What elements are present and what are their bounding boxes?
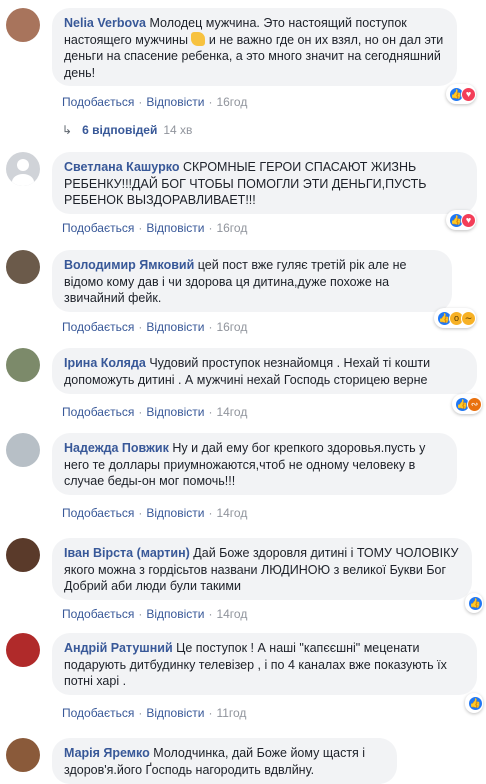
love-reaction-icon: ♥ [461,86,476,102]
comment-time[interactable]: 16год [216,95,247,109]
comment-actions: Подобається · Відповісти · 16год [62,221,248,235]
like-link[interactable]: Подобається [62,706,134,720]
like-reaction-icon: 👍 [468,595,483,611]
like-link[interactable]: Подобається [62,95,134,109]
comment-author[interactable]: Nelia Verbova [64,16,146,30]
comment-bubble: Ірина Коляда Чудовий проступок незнайомц… [52,348,477,394]
view-replies[interactable]: ↳ 6 відповідей 14 хв [62,123,192,137]
avatar[interactable] [6,738,40,772]
like-link[interactable]: Подобається [62,405,134,419]
comment-actions: Подобається · Відповісти · 11год [62,706,247,720]
avatar[interactable] [6,250,40,284]
reactions-summary[interactable]: 👍 ∾ [452,394,482,414]
reply-arrow-icon: ↳ [62,123,73,137]
like-link[interactable]: Подобається [62,221,134,235]
comment-time[interactable]: 11год [216,706,246,720]
avatar[interactable] [6,348,40,382]
like-link[interactable]: Подобається [62,506,134,520]
reply-link[interactable]: Відповісти [146,706,204,720]
avatar[interactable] [6,152,40,186]
comment-author[interactable]: Іван Вірста (мартин) [64,546,190,560]
replies-time: 14 хв [163,123,193,137]
reactions-summary[interactable]: 👍 [465,693,483,713]
reply-link[interactable]: Відповісти [146,320,204,334]
comment-bubble: Іван Вірста (мартин) Дай Боже здоровля д… [52,538,472,600]
avatar[interactable] [6,633,40,667]
comment-bubble: Светлана Кашурко СКРОМНЫЕ ГЕРОИ СПАСАЮТ … [52,152,477,214]
reactions-summary[interactable]: 👍 [465,593,483,613]
comment-time[interactable]: 14год [216,607,247,621]
avatar[interactable] [6,8,40,42]
love-reaction-icon: ♥ [461,212,476,228]
comment-bubble: Андрій Ратушний Це поступок ! А наші "ка… [52,633,477,695]
avatar[interactable] [6,433,40,467]
sad-reaction-icon: ∼ [461,310,476,326]
comment-author[interactable]: Надежда Повжик [64,441,169,455]
comment-actions: Подобається · Відповісти · 16год [62,320,248,334]
comment-author[interactable]: Андрій Ратушний [64,641,173,655]
like-link[interactable]: Подобається [62,607,134,621]
comment-author[interactable]: Марія Яремко [64,746,150,760]
comment-author[interactable]: Светлана Кашурко [64,160,179,174]
comment-actions: Подобається · Відповісти · 14год [62,405,248,419]
reply-link[interactable]: Відповісти [146,221,204,235]
comment-actions: Подобається · Відповісти · 16год [62,95,248,109]
comment-time[interactable]: 14год [216,405,247,419]
comment-bubble: Nelia Verbova Молодец мужчина. Это насто… [52,8,457,86]
comment-time[interactable]: 16год [216,320,247,334]
comment-author[interactable]: Володимир Ямковий [64,258,194,272]
default-avatar-icon [12,159,34,186]
like-reaction-icon: 👍 [468,695,483,711]
angry-reaction-icon: ∾ [467,396,482,412]
reactions-summary[interactable]: 👍 ♥ [446,84,476,104]
comment-time[interactable]: 14год [216,506,247,520]
replies-count-link[interactable]: 6 відповідей [82,123,157,137]
comment-bubble: Володимир Ямковий цей пост вже гуляє тре… [52,250,452,312]
thumbs-up-emoji-icon [191,31,206,46]
like-link[interactable]: Подобається [62,320,134,334]
comment-author[interactable]: Ірина Коляда [64,356,146,370]
comment-bubble: Марія Яремко Молодчинка, дай Боже йому щ… [52,738,397,784]
reply-link[interactable]: Відповісти [146,405,204,419]
reply-link[interactable]: Відповісти [146,506,204,520]
reply-link[interactable]: Відповісти [146,95,204,109]
comment-bubble: Надежда Повжик Ну и дай ему бог крепкого… [52,433,457,495]
reply-link[interactable]: Відповісти [146,607,204,621]
avatar[interactable] [6,538,40,572]
comment-actions: Подобається · Відповісти · 14год [62,506,248,520]
comment-time[interactable]: 16год [216,221,247,235]
reactions-summary[interactable]: 👍 o ∼ [434,308,476,328]
reactions-summary[interactable]: 👍 ♥ [446,210,476,230]
comment-actions: Подобається · Відповісти · 14год [62,607,248,621]
